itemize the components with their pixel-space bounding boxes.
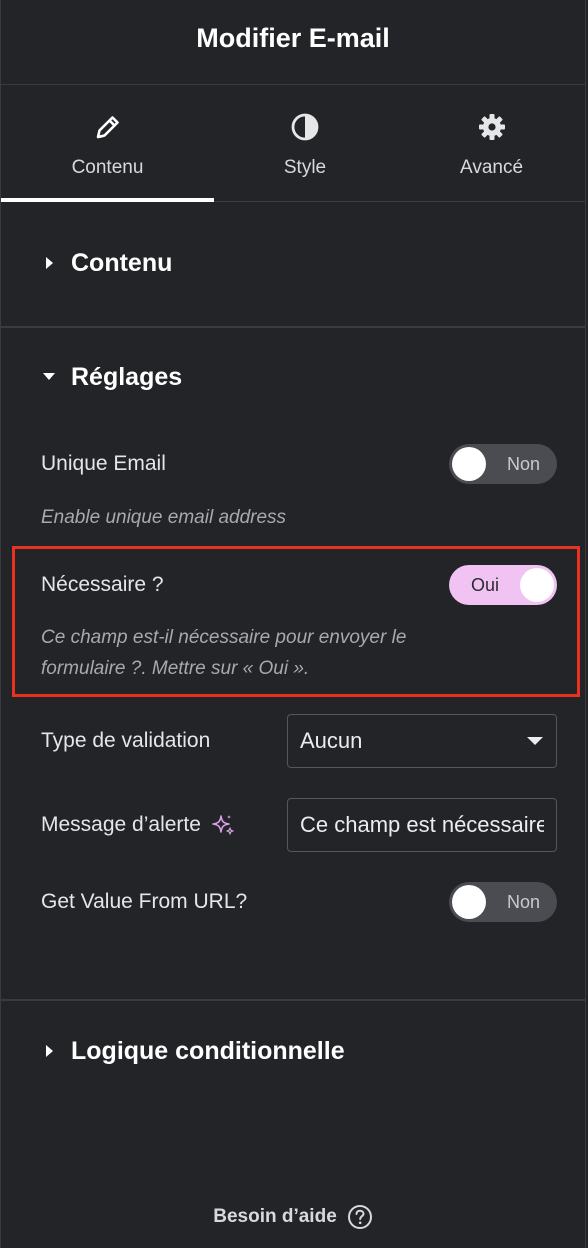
toggle-knob: [452, 885, 486, 919]
contrast-icon: [291, 113, 319, 141]
caret-down-icon: [43, 373, 55, 380]
toggle-knob: [452, 447, 486, 481]
help-link[interactable]: Besoin d’aide: [1, 1204, 585, 1230]
description-line: formulaire ?. Mettre sur « Oui ».: [41, 658, 310, 679]
caret-right-icon: [46, 257, 53, 269]
ai-sparkle-icon[interactable]: [211, 813, 235, 837]
get-value-url-toggle[interactable]: Non: [449, 882, 557, 922]
type-validation-label: Type de validation: [41, 729, 211, 752]
unique-email-description: Enable unique email address: [41, 507, 287, 528]
editor-panel: Modifier E-mail Contenu Style Avancé Con…: [0, 0, 586, 1248]
unique-email-label: Unique Email: [41, 452, 166, 475]
tab-label: Contenu: [71, 157, 144, 178]
panel-header: Modifier E-mail: [1, 0, 585, 85]
message-alerte-input[interactable]: [287, 798, 557, 852]
necessaire-label: Nécessaire ?: [41, 573, 164, 596]
section-reglages: Réglages Unique Email Non Enable unique …: [1, 328, 585, 1001]
chevron-down-icon: [527, 737, 543, 745]
section-title: Contenu: [71, 248, 173, 277]
section-logique: Logique conditionnelle: [1, 1001, 585, 1101]
section-toggle-logique[interactable]: Logique conditionnelle: [1, 1001, 585, 1101]
get-value-url-label: Get Value From URL?: [41, 890, 248, 913]
select-value: Aucun: [300, 728, 363, 753]
pencil-icon: [96, 116, 119, 139]
section-contenu: Contenu: [1, 202, 585, 328]
section-toggle-contenu[interactable]: Contenu: [1, 202, 585, 324]
tab-style[interactable]: Style: [214, 85, 396, 201]
tab-bar: Contenu Style Avancé: [1, 85, 585, 202]
description-line: Ce champ est-il nécessaire pour envoyer …: [41, 627, 407, 648]
message-alerte-label: Message d’alerte: [41, 813, 201, 836]
toggle-state-label: Non: [506, 892, 540, 912]
message-alerte-label-group: Message d’alerte: [41, 813, 235, 837]
message-alerte-row: Message d’alerte: [41, 798, 557, 852]
tab-label: Style: [283, 157, 327, 178]
toggle-state-label: Non: [506, 454, 540, 474]
necessaire-toggle[interactable]: Oui: [449, 565, 557, 605]
tab-label: Avancé: [459, 157, 524, 178]
tab-contenu[interactable]: Contenu: [1, 85, 214, 202]
toggle-knob: [520, 568, 554, 602]
help-label: Besoin d’aide: [213, 1206, 337, 1227]
get-value-url-row: Get Value From URL? Non: [41, 882, 557, 922]
type-validation-row: Type de validation Aucun: [41, 714, 557, 768]
help-circle-icon: [347, 1205, 372, 1229]
tab-avance[interactable]: Avancé: [396, 85, 587, 201]
necessaire-description: Ce champ est-il nécessaire pour envoyer …: [41, 622, 545, 684]
gear-icon: [478, 114, 505, 140]
necessaire-row: Nécessaire ? Oui: [41, 565, 557, 605]
section-title: Réglages: [71, 362, 183, 391]
page-title: Modifier E-mail: [196, 22, 390, 53]
section-title: Logique conditionnelle: [71, 1036, 345, 1065]
unique-email-row: Unique Email Non: [41, 444, 557, 484]
toggle-state-label: Oui: [471, 575, 500, 595]
unique-email-toggle[interactable]: Non: [449, 444, 557, 484]
caret-right-icon: [46, 1045, 53, 1057]
section-toggle-reglages[interactable]: Réglages: [1, 328, 585, 426]
type-validation-select[interactable]: Aucun: [287, 714, 557, 768]
